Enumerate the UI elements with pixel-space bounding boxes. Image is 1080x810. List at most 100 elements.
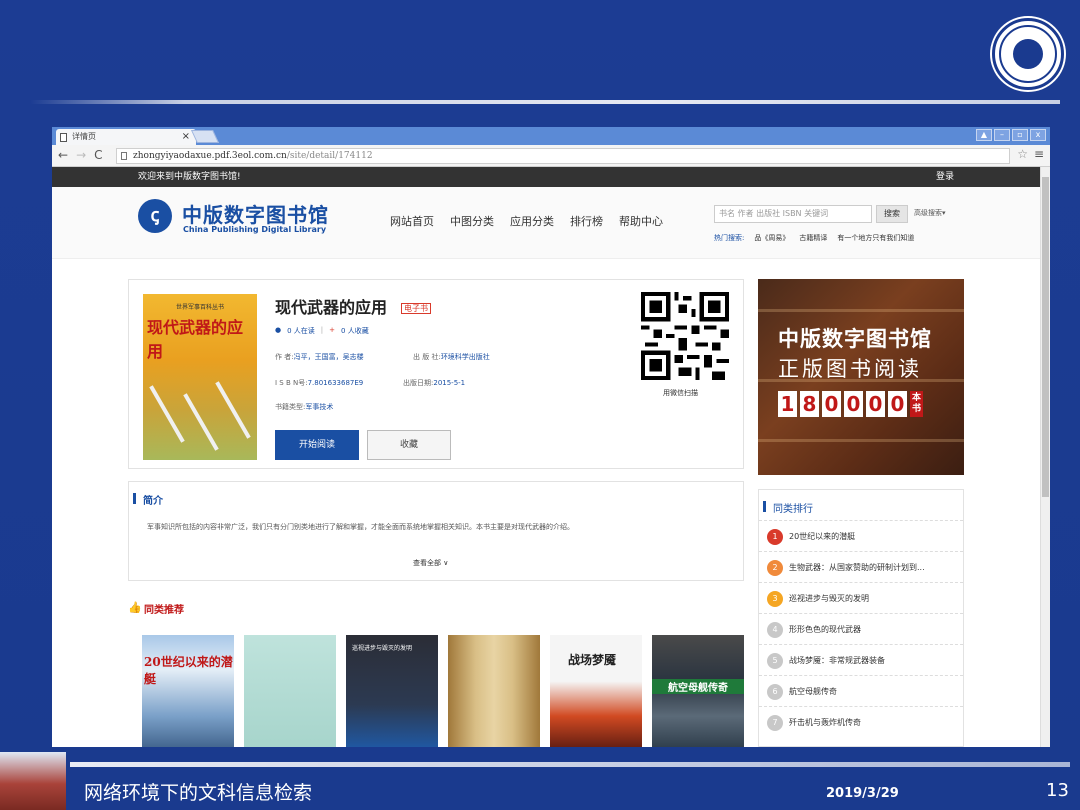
qr-code-icon [641,292,729,380]
minimize-icon[interactable]: – [994,129,1010,141]
site-topbar: 欢迎来到中版数字图书馆! 登录 [52,167,1040,187]
reload-icon[interactable]: C [94,148,102,162]
rank-badge: 1 [767,529,783,545]
university-seal-icon [992,18,1064,90]
slide-page-number: 13 [1046,780,1069,801]
tab-bar: 详情页 × ▲ – ▫ x [52,127,1050,145]
isbn-label: I S B N号: [275,379,308,387]
rank-title: 20世纪以来的潜艇 [789,532,856,541]
hot-term[interactable]: 古籍精译 [799,233,827,243]
start-reading-button[interactable]: 开始阅读 [275,430,359,460]
list-item[interactable]: 3 巡视进步与毁灭的发明 [759,582,963,613]
hot-term[interactable]: 品《周易》 [754,233,789,243]
favorite-button[interactable]: 收藏 [367,430,451,460]
list-item[interactable]: 2 生物武器：从国家赞助的研制计划到... [759,551,963,582]
recommend-cover[interactable]: 20世纪以来的潜艇 [142,635,234,747]
category-value[interactable]: 军事技术 [305,403,333,411]
list-item[interactable]: 1 20世纪以来的潜艇 [759,520,963,551]
counter-unit: 本书 [910,391,923,417]
rank-title: 巡视进步与毁灭的发明 [789,594,869,603]
rank-badge: 2 [767,560,783,576]
recommend-cover[interactable]: 巡视进步与毁灭的发明 [346,635,438,747]
ranking-title: 同类排行 [761,500,813,515]
rank-title: 歼击机与轰炸机传奇 [789,718,861,727]
list-item[interactable]: 6 航空母舰传奇 [759,675,963,706]
reading-count: 0 人在读 [287,327,315,335]
close-icon[interactable]: × [182,129,190,145]
browser-window: 详情页 × ▲ – ▫ x ← → C zhongyiyaodaxue.pdf.… [52,127,1050,747]
hot-term[interactable]: 有一个地方只有我们知道 [837,233,914,243]
nav-ranking[interactable]: 排行榜 [570,213,603,229]
new-tab-button[interactable] [190,130,220,143]
banner-line2: 正版图书阅读 [778,357,922,381]
forward-icon[interactable]: → [76,148,86,162]
recommend-cover[interactable]: 战场梦魇 [550,635,642,747]
nav-apps[interactable]: 应用分类 [510,213,554,229]
url-input[interactable]: zhongyiyaodaxue.pdf.3eol.com.cn/site/det… [116,148,1010,164]
dropdown-icon: ▾ [942,209,946,217]
campus-photo [0,752,66,810]
counter-digit: 0 [822,391,841,417]
isbn-value: 7.801633687E9 [307,379,364,387]
tab-detail[interactable]: 详情页 × [56,129,196,145]
missile-graphic [149,385,185,443]
nav-help[interactable]: 帮助中心 [619,213,663,229]
chevron-down-icon: ∨ [443,559,449,567]
book-pubdate: 出版日期:2015-5-1 [403,378,465,388]
nav-home[interactable]: 网站首页 [390,213,434,229]
rank-badge: 6 [767,684,783,700]
intro-text: 军事知识所包括的内容非常广泛，我们只有分门别类地进行了解和掌握，才能全面而系统地… [147,523,574,531]
footer-divider [70,762,1070,767]
back-icon[interactable]: ← [58,148,68,162]
site-header: ꞔ 中版数字图书馆 China Publishing Digital Libra… [52,187,1040,259]
recommend-cover[interactable] [244,635,336,747]
rank-badge: 7 [767,715,783,731]
scrollbar-thumb[interactable] [1042,177,1049,497]
search-button[interactable]: 搜索 [876,205,908,223]
category-label: 书籍类型: [275,403,306,411]
main-nav: 网站首页 中图分类 应用分类 排行榜 帮助中心 [390,213,663,229]
banner-counter: 1 8 0 0 0 0 本书 [778,391,923,417]
search-input[interactable]: 书名 作者 出版社 ISBN 关键词 [714,205,872,223]
banner-line1: 中版数字图书馆 [778,327,932,351]
cover-label: 20世纪以来的潜艇 [144,655,233,686]
restore-icon[interactable]: ▫ [1012,129,1028,141]
bookmark-star-icon[interactable]: ☆ [1017,147,1028,161]
cover-label: 巡视进步与毁灭的发明 [352,645,413,652]
missile-graphic [183,393,219,451]
publisher-label: 出 版 社: [413,353,441,361]
scrollbar[interactable] [1040,167,1050,747]
list-item[interactable]: 4 形形色色的现代武器 [759,613,963,644]
recommend-cover[interactable]: 航空母舰传奇 [652,635,744,747]
ranking-panel: 同类排行 1 20世纪以来的潜艇 2 生物武器：从国家赞助的研制计划到... 3 巡视… [758,489,964,747]
counter-digit: 0 [888,391,907,417]
authors-value[interactable]: 冯平，王国富，吴志楼 [294,353,364,361]
reader-icon: ● [275,326,282,334]
cover-label: 战场梦魇 [568,653,617,667]
nav-clc[interactable]: 中图分类 [450,213,494,229]
rank-title: 航空母舰传奇 [789,687,837,696]
brand-logo-icon[interactable]: ꞔ [138,199,172,233]
book-publisher: 出 版 社:环境科学出版社 [413,352,490,362]
user-icon[interactable]: ▲ [976,129,992,141]
window-close-icon[interactable]: x [1030,129,1046,141]
menu-icon[interactable]: ≡ [1034,147,1044,161]
plus-icon: + [329,326,336,334]
ranking-list: 1 20世纪以来的潜艇 2 生物武器：从国家赞助的研制计划到... 3 巡视进步与毁灭… [759,520,963,737]
brand-name[interactable]: 中版数字图书馆 [182,199,329,228]
rank-title: 生物武器：从国家赞助的研制计划到... [789,563,925,572]
recommend-cover[interactable] [448,635,540,747]
advanced-search-label: 高级搜索 [914,209,942,217]
pubdate-label: 出版日期: [403,379,434,387]
publisher-value[interactable]: 环境科学出版社 [441,353,490,361]
promo-banner[interactable]: 中版数字图书馆 正版图书阅读 1 8 0 0 0 0 本书 [758,279,964,475]
rank-badge: 4 [767,622,783,638]
advanced-search-link[interactable]: 高级搜索▾ [914,208,946,218]
view-all-link[interactable]: 查看全部 ∨ [413,558,448,568]
pubdate-value: 2015-5-1 [433,379,466,387]
rank-title: 形形色色的现代武器 [789,625,861,634]
login-link[interactable]: 登录 [936,167,954,187]
list-item[interactable]: 7 歼击机与轰炸机传奇 [759,706,963,737]
list-item[interactable]: 5 战场梦魇：非常规武器装备 [759,644,963,675]
brand-name-en: China Publishing Digital Library [183,225,327,234]
